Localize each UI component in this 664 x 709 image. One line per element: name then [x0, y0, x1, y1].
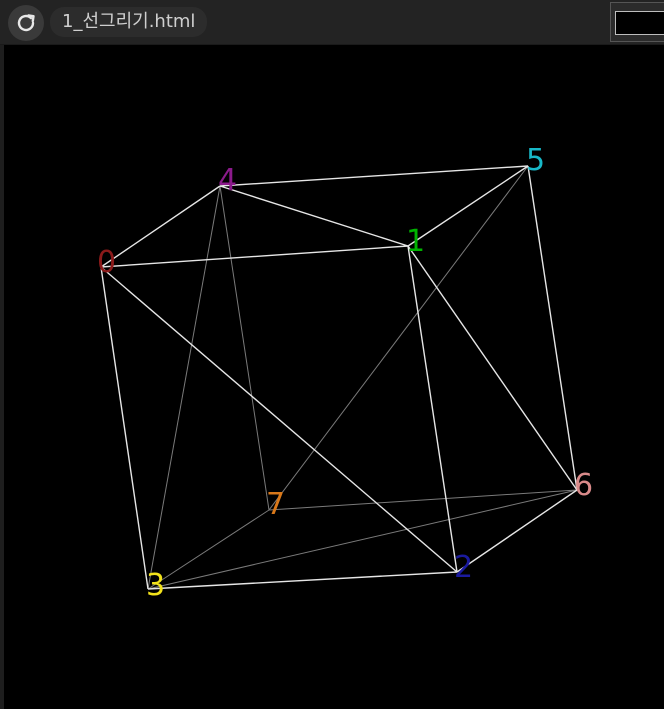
edge-2-6 — [456, 489, 578, 573]
vertex-label-5: 5 — [526, 143, 545, 178]
canvas-left-border — [0, 45, 4, 709]
reload-icon — [17, 14, 35, 32]
edge-0-2 — [100, 266, 458, 573]
drawing-canvas: 0 1 2 3 4 5 6 7 — [0, 45, 664, 709]
edge-4-5 — [219, 165, 529, 187]
toolbar-control[interactable] — [610, 2, 664, 42]
edge-4-1 — [219, 185, 409, 247]
vertex-label-7: 7 — [266, 487, 285, 522]
edge-4-3 — [147, 185, 221, 590]
vertex-label-0: 0 — [97, 245, 116, 280]
browser-toolbar: 1_선그리기.html — [0, 0, 664, 45]
edge-7-6 — [268, 489, 578, 511]
vertex-label-1: 1 — [406, 224, 425, 259]
edge-1-6 — [407, 245, 578, 491]
edge-3-6 — [147, 489, 578, 590]
vertex-label-3: 3 — [146, 568, 165, 603]
vertex-label-2: 2 — [454, 550, 473, 585]
edge-5-6 — [527, 165, 578, 491]
vertex-label-6: 6 — [574, 468, 593, 503]
edge-1-5 — [407, 165, 529, 247]
edge-3-2 — [147, 571, 458, 590]
edge-0-1 — [100, 245, 409, 268]
cube-wireframe: 0 1 2 3 4 5 6 7 — [97, 143, 593, 603]
reload-button[interactable] — [8, 5, 44, 41]
edge-3-7 — [147, 509, 270, 590]
tab-title[interactable]: 1_선그리기.html — [50, 7, 208, 37]
vertex-label-4: 4 — [218, 163, 237, 198]
edge-4-7 — [219, 185, 270, 511]
edge-5-7 — [268, 165, 529, 511]
toolbar-input-field[interactable] — [615, 11, 664, 35]
edge-0-4 — [100, 185, 221, 268]
edge-0-3 — [100, 266, 149, 590]
